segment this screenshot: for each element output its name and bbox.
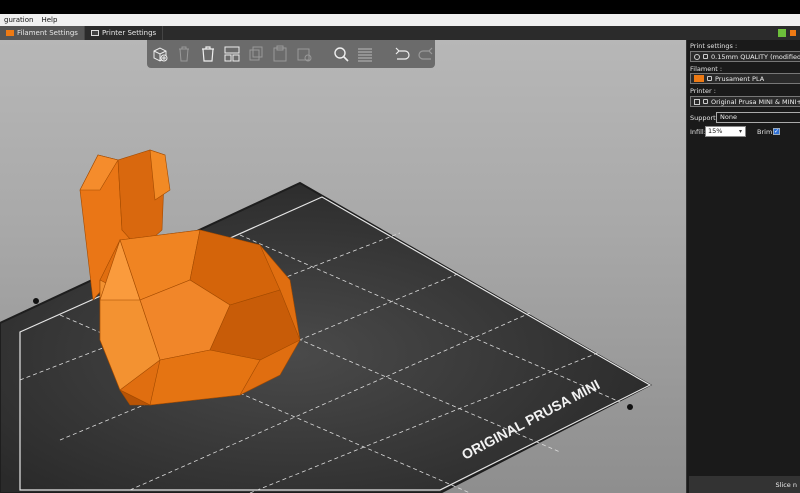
slice-label: Slice n: [775, 480, 798, 489]
gear-icon: [694, 53, 700, 60]
delete-icon: [179, 46, 190, 62]
brim-label: Brim:: [757, 128, 775, 136]
paste-button[interactable]: [271, 44, 290, 64]
scene-svg: ORIGINAL PRUSA MINI: [0, 149, 653, 493]
filament-color-swatch[interactable]: [694, 75, 704, 82]
title-bar: [0, 0, 800, 14]
printer-label: Printer :: [690, 87, 716, 95]
infill-value: 15%: [708, 127, 723, 135]
lock-icon: [703, 54, 708, 59]
infill-label: Infill:: [690, 128, 706, 136]
print-settings-value: 0.15mm QUALITY (modified): [711, 52, 800, 61]
tab-printer-settings[interactable]: Printer Settings: [85, 26, 164, 40]
undo-button[interactable]: [392, 44, 411, 64]
add-button[interactable]: [151, 44, 170, 64]
filament-value: Prusament PLA: [715, 74, 765, 83]
tab-label: Printer Settings: [101, 29, 157, 37]
redo-icon: [417, 47, 432, 60]
arrange-button[interactable]: [223, 44, 242, 64]
sidebar-panel: Print settings : 0.15mm QUALITY (modifie…: [686, 40, 800, 493]
chevron-down-icon: ▾: [738, 128, 742, 135]
tab-filament-settings[interactable]: Filament Settings: [0, 26, 85, 40]
tab-label: Filament Settings: [17, 29, 78, 37]
redo-button[interactable]: [416, 44, 435, 64]
top-toolbar: [147, 40, 435, 68]
bunny-model: [79, 149, 301, 406]
slice-now-button[interactable]: Slice n: [689, 476, 800, 493]
printer-icon: [694, 98, 700, 105]
brim-checkbox[interactable]: ✓: [773, 128, 780, 135]
print-settings-combo[interactable]: 0.15mm QUALITY (modified): [690, 51, 800, 62]
mode-icon[interactable]: [790, 30, 796, 36]
search-icon: [334, 47, 349, 62]
tab-bar-right: [778, 26, 800, 40]
export-icon[interactable]: [778, 29, 786, 37]
menu-help[interactable]: Help: [37, 16, 61, 24]
printer-combo[interactable]: Original Prusa MINI & MINI+: [690, 96, 800, 107]
filament-combo[interactable]: Prusament PLA: [690, 73, 800, 84]
layers-icon: [357, 48, 372, 62]
copy-button[interactable]: [247, 44, 266, 64]
menu-configuration[interactable]: guration: [0, 16, 37, 24]
add-icon: [153, 47, 168, 62]
lock-icon: [707, 76, 712, 81]
menu-bar: guration Help: [0, 14, 800, 26]
tab-bar: Filament Settings Printer Settings: [0, 26, 800, 40]
filament-icon: [6, 30, 14, 36]
lock-icon: [703, 99, 708, 104]
layers-button[interactable]: [355, 44, 374, 64]
filament-label: Filament :: [690, 65, 723, 73]
search-button[interactable]: [331, 44, 350, 64]
paste-icon: [273, 45, 287, 62]
print-settings-label: Print settings :: [690, 42, 738, 50]
supports-combo[interactable]: None: [716, 112, 800, 123]
add-instance-button[interactable]: [295, 44, 314, 64]
printer-icon: [90, 30, 99, 36]
infill-combo[interactable]: 15% ▾: [705, 126, 746, 137]
arrange-icon: [224, 46, 240, 62]
delete-button[interactable]: [175, 44, 194, 64]
bed-hole: [627, 404, 633, 410]
undo-icon: [395, 47, 410, 60]
printer-value: Original Prusa MINI & MINI+: [711, 97, 800, 106]
add-instance-icon: [297, 48, 312, 62]
delete-all-icon: [202, 46, 215, 62]
bed-hole: [33, 298, 39, 304]
3d-viewport[interactable]: ORIGINAL PRUSA MINI: [0, 40, 686, 493]
copy-icon: [249, 46, 263, 61]
delete-all-button[interactable]: [199, 44, 218, 64]
